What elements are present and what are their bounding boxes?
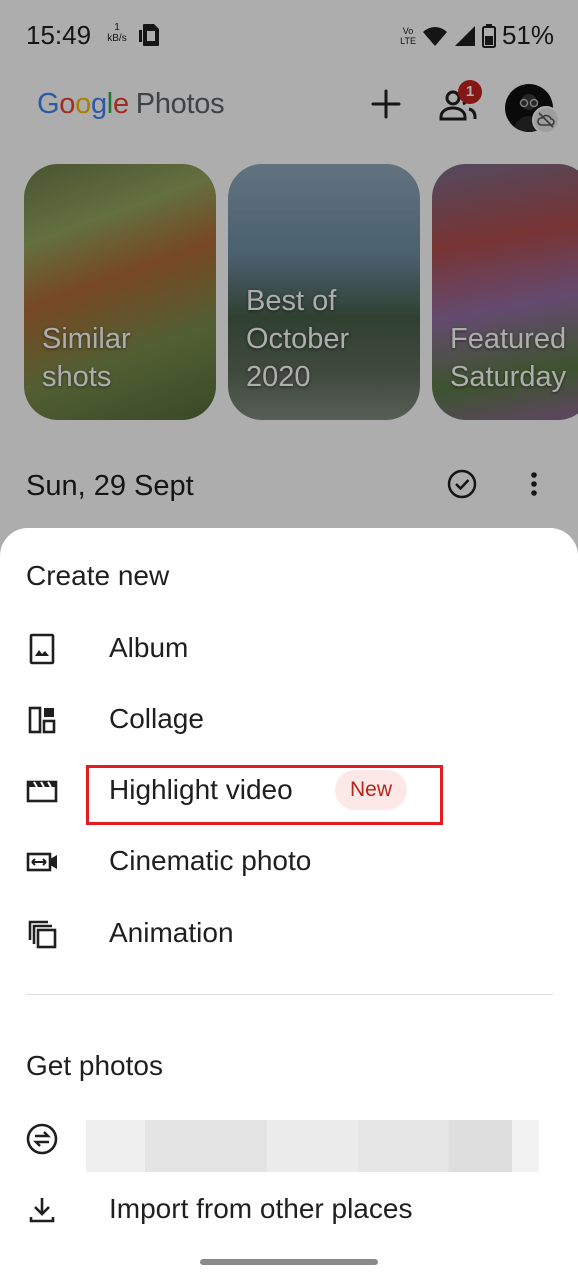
- menu-item-collage[interactable]: Collage: [0, 689, 578, 751]
- menu-item-label: Collage: [109, 703, 204, 734]
- redacted-label: [86, 1120, 539, 1172]
- menu-item-album[interactable]: Album: [0, 618, 578, 680]
- menu-item-label: Import from other places: [109, 1193, 413, 1224]
- sync-icon: [26, 1123, 58, 1155]
- section-divider: [26, 994, 553, 995]
- get-photos-title: Get photos: [26, 1050, 163, 1081]
- menu-item-label: Cinematic photo: [109, 845, 312, 876]
- menu-item-cinematic-photo[interactable]: Cinematic photo: [0, 831, 578, 893]
- menu-item-label: Album: [109, 632, 189, 663]
- menu-item-animation[interactable]: Animation: [0, 903, 578, 965]
- menu-item-import[interactable]: Import from other places: [0, 1179, 578, 1241]
- menu-item-label: Animation: [109, 917, 234, 948]
- clapperboard-icon: [26, 780, 58, 803]
- download-icon: [29, 1198, 55, 1223]
- cinematic-icon: [26, 852, 57, 872]
- album-icon: [29, 633, 55, 665]
- create-new-title: Create new: [26, 560, 170, 591]
- collage-icon: [28, 706, 56, 734]
- annotation-highlight-box: [86, 765, 443, 825]
- animation-icon: [28, 920, 57, 949]
- gesture-home-indicator[interactable]: [200, 1259, 378, 1265]
